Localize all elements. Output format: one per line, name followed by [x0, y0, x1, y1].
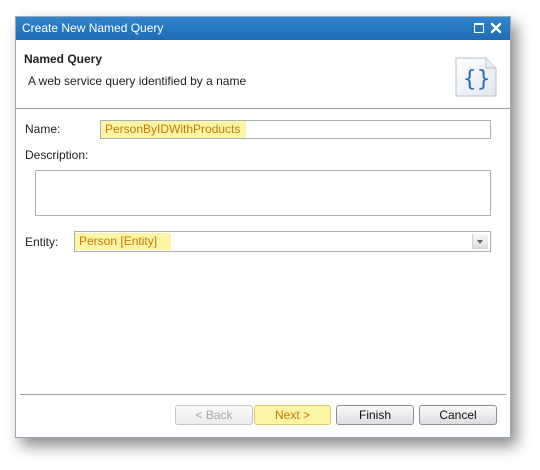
description-label: Description:: [25, 148, 89, 162]
entity-label: Entity:: [25, 235, 59, 249]
close-icon[interactable]: [490, 22, 502, 34]
curly-braces-icon: { }: [452, 56, 500, 98]
finish-button[interactable]: Finish: [336, 405, 414, 425]
title-bar[interactable]: Create New Named Query: [16, 17, 510, 40]
description-textarea[interactable]: [35, 170, 491, 216]
page-description: A web service query identified by a name: [28, 74, 247, 88]
next-button[interactable]: Next >: [254, 405, 331, 425]
cancel-button[interactable]: Cancel: [419, 405, 497, 425]
svg-text:{: {: [463, 67, 476, 92]
name-label: Name:: [25, 122, 61, 136]
footer-separator: [20, 394, 506, 395]
window-title: Create New Named Query: [22, 21, 164, 35]
entity-select[interactable]: Person [Entity]: [74, 231, 491, 252]
wizard-header: Named Query A web service query identifi…: [16, 40, 510, 108]
entity-value: Person [Entity]: [75, 233, 171, 250]
create-named-query-dialog: Create New Named Query Named Query A web…: [15, 16, 511, 438]
page-title: Named Query: [24, 52, 103, 66]
chevron-down-icon[interactable]: [472, 234, 488, 249]
header-separator: [16, 108, 510, 109]
back-button[interactable]: < Back: [175, 405, 253, 425]
name-input[interactable]: PersonByIDWithProducts: [100, 120, 491, 139]
svg-text:}: }: [477, 67, 490, 92]
maximize-icon[interactable]: [473, 22, 485, 34]
name-value: PersonByIDWithProducts: [101, 121, 246, 138]
